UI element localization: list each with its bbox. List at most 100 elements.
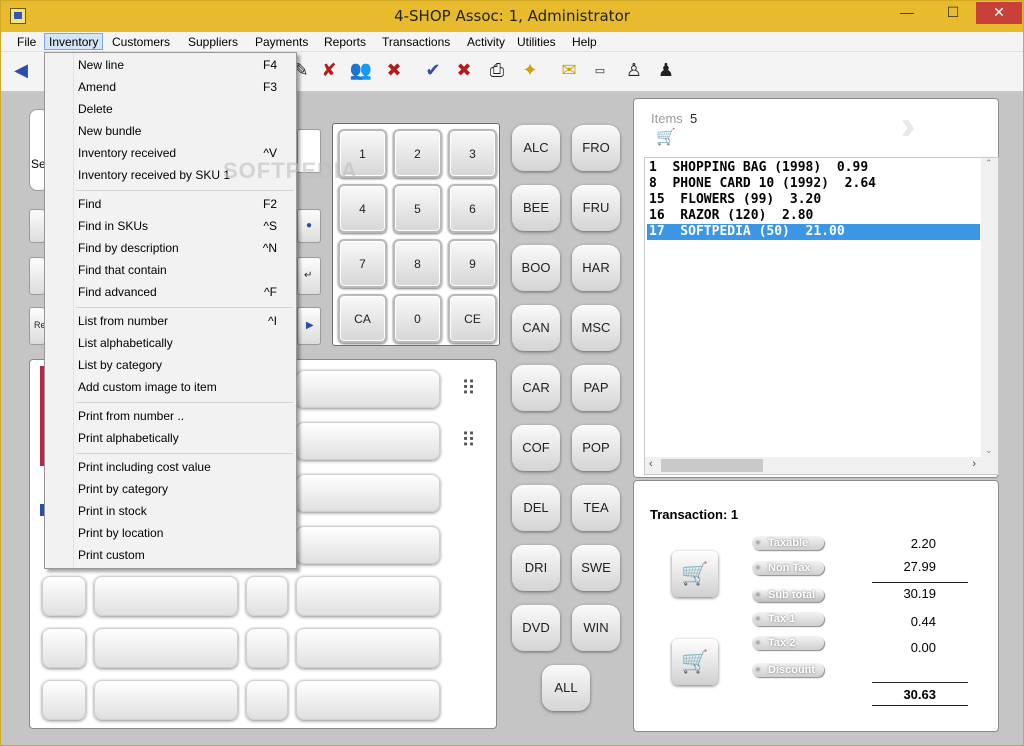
menu-item-find-by-description[interactable]: Find by description ^N xyxy=(78,238,293,258)
menu-item-delete[interactable]: Delete xyxy=(78,99,293,119)
category-pap[interactable]: PAP xyxy=(572,365,620,411)
menu-item-print-by-category[interactable]: Print by category xyxy=(78,479,293,499)
menu-item-print-alphabetically[interactable]: Print alphabetically xyxy=(78,428,293,448)
category-dri[interactable]: DRI xyxy=(512,545,560,591)
menu-item-new-bundle[interactable]: New bundle xyxy=(78,121,293,141)
new-doc-icon[interactable]: ✦ xyxy=(518,59,542,83)
menu-item-list-alphabetically[interactable]: List alphabetically xyxy=(78,333,293,353)
menu-customers[interactable]: Customers xyxy=(108,34,174,51)
menu-item-find-in-skus[interactable]: Find in SKUs ^S xyxy=(78,216,293,236)
menu-item-amend[interactable]: Amend F3 xyxy=(78,77,293,97)
category-fro[interactable]: FRO xyxy=(572,125,620,171)
minimize-button[interactable]: — xyxy=(884,2,930,24)
menu-reports[interactable]: Reports xyxy=(320,34,370,51)
quick-item-button[interactable] xyxy=(94,628,238,668)
category-fru[interactable]: FRU xyxy=(572,185,620,231)
tax1-label[interactable]: Tax 1 xyxy=(752,612,824,626)
key-4[interactable]: 4 xyxy=(338,184,387,233)
key-7[interactable]: 7 xyxy=(338,239,387,288)
quick-item-button[interactable] xyxy=(94,576,238,616)
print-icon[interactable]: ⎙ xyxy=(485,59,509,83)
key-clear-all[interactable]: CA xyxy=(338,294,387,343)
scroll-down-icon[interactable]: ⌄ xyxy=(985,445,993,456)
quick-item-button[interactable] xyxy=(296,526,440,564)
category-pop[interactable]: POP xyxy=(572,425,620,471)
menu-item-print-in-stock[interactable]: Print in stock xyxy=(78,501,293,521)
figure-icon[interactable]: ♟ xyxy=(654,59,678,83)
category-win[interactable]: WIN xyxy=(572,605,620,651)
person-icon[interactable]: ♙ xyxy=(622,59,646,83)
discount-label[interactable]: Discount xyxy=(752,663,824,677)
quick-item-button[interactable] xyxy=(296,474,440,512)
list-item[interactable]: 15 FLOWERS (99) 3.20 xyxy=(647,192,980,208)
quick-item-button[interactable] xyxy=(42,576,86,616)
keypad-dots-icon[interactable]: ⠿ xyxy=(454,426,480,456)
quick-item-button[interactable] xyxy=(296,628,440,668)
keypad-dots-icon[interactable]: ⠿ xyxy=(454,374,480,404)
key-3[interactable]: 3 xyxy=(448,129,497,178)
vertical-scrollbar[interactable]: ⌃ ⌄ xyxy=(981,158,998,458)
menu-item-new-line[interactable]: New line F4 xyxy=(78,55,293,75)
menu-help[interactable]: Help xyxy=(568,34,601,51)
quick-item-button[interactable] xyxy=(296,422,440,460)
category-alc[interactable]: ALC xyxy=(512,125,560,171)
key-0[interactable]: 0 xyxy=(393,294,442,343)
menu-item-print-from-number[interactable]: Print from number .. xyxy=(78,406,293,426)
cart-add-button[interactable]: 🛒 xyxy=(672,639,718,685)
stub-button-2[interactable] xyxy=(29,257,45,295)
category-can[interactable]: CAN xyxy=(512,305,560,351)
quick-item-button[interactable] xyxy=(246,628,288,668)
category-car[interactable]: CAR xyxy=(512,365,560,411)
people-icon[interactable]: 👥 xyxy=(349,59,373,83)
quick-item-button[interactable] xyxy=(246,680,288,720)
quick-item-button[interactable] xyxy=(296,576,440,616)
key-6[interactable]: 6 xyxy=(448,184,497,233)
scroll-thumb[interactable] xyxy=(661,459,763,472)
nav-back-icon[interactable]: ◀ xyxy=(9,59,33,83)
play-button[interactable]: ● xyxy=(297,209,321,243)
key-8[interactable]: 8 xyxy=(393,239,442,288)
scroll-right-icon[interactable]: › xyxy=(972,458,976,470)
scroll-left-icon[interactable]: ‹ xyxy=(649,458,653,470)
key-2[interactable]: 2 xyxy=(393,129,442,178)
key-clear-entry[interactable]: CE xyxy=(448,294,497,343)
category-tea[interactable]: TEA xyxy=(572,485,620,531)
list-item-selected[interactable]: 17 SOFTPEDIA (50) 21.00 xyxy=(647,224,980,240)
category-dvd[interactable]: DVD xyxy=(512,605,560,651)
menu-activity[interactable]: Activity xyxy=(463,34,509,51)
menu-item-list-by-category[interactable]: List by category xyxy=(78,355,293,375)
category-del[interactable]: DEL xyxy=(512,485,560,531)
next-button[interactable]: ▶ xyxy=(297,307,321,345)
quick-item-button[interactable] xyxy=(94,680,238,720)
category-msc[interactable]: MSC xyxy=(572,305,620,351)
horizontal-scrollbar[interactable]: ‹ › xyxy=(645,457,998,474)
key-9[interactable]: 9 xyxy=(448,239,497,288)
stub-button-1[interactable] xyxy=(29,209,45,243)
enter-button[interactable]: ↵ xyxy=(297,257,321,295)
close-button[interactable]: ✕ xyxy=(976,2,1022,24)
non-tax-label[interactable]: Non Tax xyxy=(752,561,824,575)
menu-item-list-from-number[interactable]: List from number ^I xyxy=(78,311,293,331)
category-swe[interactable]: SWE xyxy=(572,545,620,591)
sold-icon[interactable]: ▭ xyxy=(588,59,612,83)
menu-file[interactable]: File xyxy=(13,34,40,51)
menu-item-print-by-location[interactable]: Print by location xyxy=(78,523,293,543)
list-item[interactable]: 8 PHONE CARD 10 (1992) 2.64 xyxy=(647,176,980,192)
menu-utilities[interactable]: Utilities xyxy=(513,34,560,51)
list-item[interactable]: 16 RAZOR (120) 2.80 xyxy=(647,208,980,224)
menu-payments[interactable]: Payments xyxy=(251,34,312,51)
checklist-icon[interactable]: ✔ xyxy=(421,59,445,83)
menu-item-find[interactable]: Find F2 xyxy=(78,194,293,214)
sub-total-label[interactable]: Sub total xyxy=(752,588,824,602)
category-har[interactable]: HAR xyxy=(572,245,620,291)
stub-button-3[interactable]: Re xyxy=(29,307,46,345)
key-5[interactable]: 5 xyxy=(393,184,442,233)
quick-item-button[interactable] xyxy=(42,628,86,668)
menu-item-print-custom[interactable]: Print custom xyxy=(78,545,293,565)
menu-item-add-custom-image[interactable]: Add custom image to item xyxy=(78,377,293,397)
delete-doc-icon[interactable]: ✖ xyxy=(452,59,476,83)
quick-item-button[interactable] xyxy=(296,680,440,720)
menu-item-find-advanced[interactable]: Find advanced ^F xyxy=(78,282,293,302)
cart-remove-button[interactable]: 🛒 xyxy=(672,551,718,597)
quick-item-button[interactable] xyxy=(246,576,288,616)
